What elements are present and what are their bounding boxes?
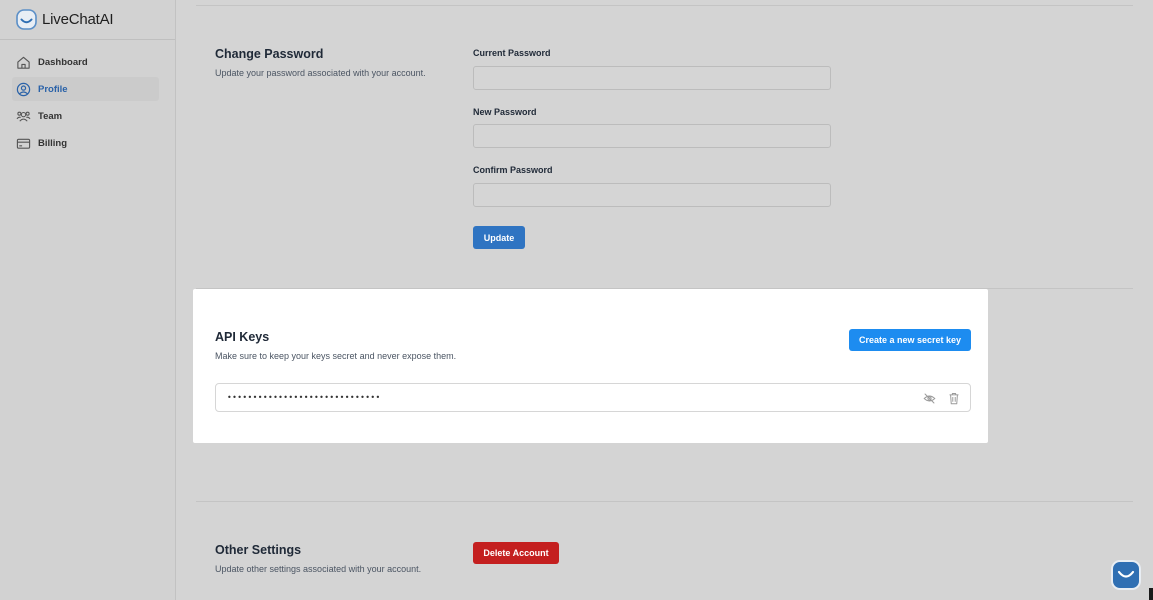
brand-name: LiveChatAI xyxy=(42,11,114,28)
sidebar: LiveChatAI Dashboard Profile Team Billin… xyxy=(0,0,176,600)
sidebar-item-profile[interactable]: Profile xyxy=(12,77,159,102)
confirm-password-field[interactable] xyxy=(473,183,831,207)
team-icon xyxy=(16,109,31,124)
eye-off-icon[interactable] xyxy=(922,391,936,405)
chat-smile-icon xyxy=(1117,569,1135,581)
chat-widget-button[interactable] xyxy=(1111,560,1141,590)
brand-logo[interactable]: LiveChatAI xyxy=(0,0,175,40)
new-password-label: New Password xyxy=(473,107,537,117)
current-password-field[interactable] xyxy=(473,66,831,90)
sidebar-item-dashboard[interactable]: Dashboard xyxy=(12,50,159,74)
sidebar-item-label: Dashboard xyxy=(38,56,88,68)
divider xyxy=(196,501,1133,502)
api-key-masked-value: •••••••••••••••••••••••••••••• xyxy=(227,393,381,402)
api-key-row: •••••••••••••••••••••••••••••• xyxy=(215,383,971,412)
delete-account-button[interactable]: Delete Account xyxy=(473,542,559,564)
api-keys-card: API Keys Make sure to keep your keys sec… xyxy=(193,289,988,443)
sidebar-item-team[interactable]: Team xyxy=(12,105,159,129)
api-keys-subtitle: Make sure to keep your keys secret and n… xyxy=(215,351,457,361)
credit-card-icon xyxy=(16,136,31,151)
confirm-password-label: Confirm Password xyxy=(473,165,553,175)
current-password-label: Current Password xyxy=(473,48,551,58)
sidebar-item-label: Profile xyxy=(38,83,68,95)
home-icon xyxy=(16,55,31,70)
sidebar-item-billing[interactable]: Billing xyxy=(12,132,159,156)
divider xyxy=(196,5,1133,6)
user-circle-icon xyxy=(16,82,31,97)
update-password-button[interactable]: Update xyxy=(473,226,525,249)
other-settings-title: Other Settings xyxy=(215,543,302,557)
change-password-title: Change Password xyxy=(215,47,324,61)
trash-icon[interactable] xyxy=(947,391,961,405)
other-settings-subtitle: Update other settings associated with yo… xyxy=(215,564,422,574)
sidebar-item-label: Team xyxy=(38,111,63,123)
new-password-field[interactable] xyxy=(473,124,831,148)
api-keys-title: API Keys xyxy=(215,330,270,344)
create-secret-key-button[interactable]: Create a new secret key xyxy=(849,329,971,351)
sidebar-nav: Dashboard Profile Team Billing xyxy=(0,40,175,156)
change-password-subtitle: Update your password associated with you… xyxy=(215,68,426,78)
sidebar-item-label: Billing xyxy=(38,138,68,150)
scrollbar-corner xyxy=(1149,588,1153,600)
livechatai-logo-icon xyxy=(16,9,37,30)
